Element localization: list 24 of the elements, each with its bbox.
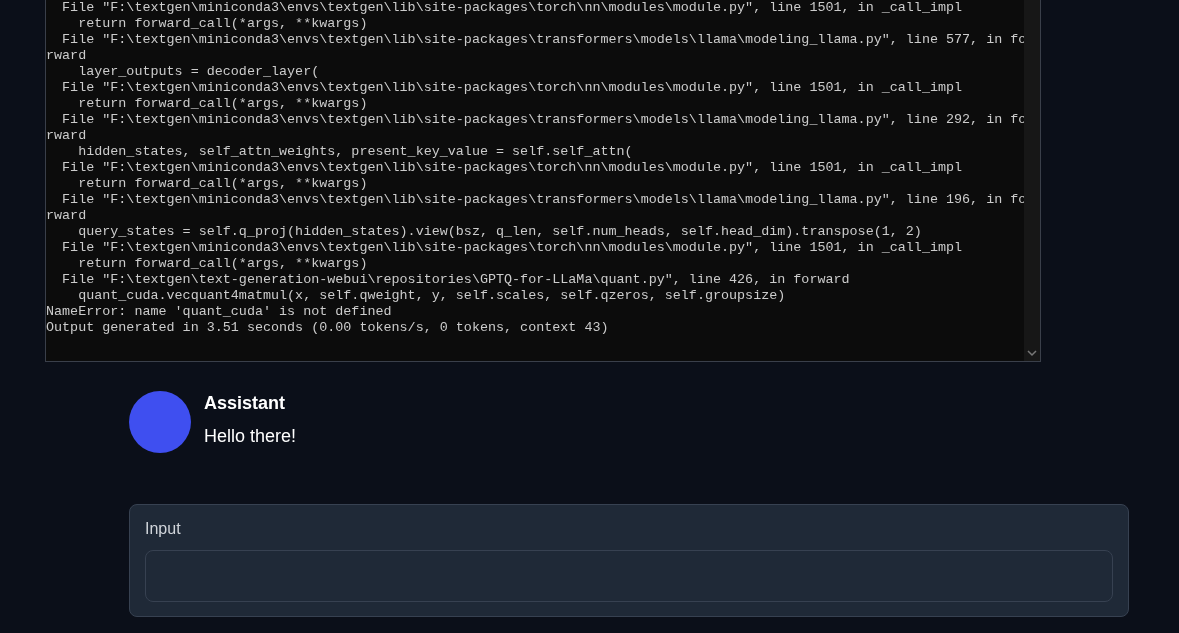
console-line: File "F:\textgen\miniconda3\envs\textgen\lib\site-packages\torch\nn\modules\module.py", line 1501, in _call_impl: [61, 160, 963, 176]
console-line: File "F:\textgen\miniconda3\envs\textgen\lib\site-packages\torch\nn\modules\module.py", line 1501, in _call_impl: [61, 240, 963, 256]
console-line: File "F:\textgen\text-generation-webui\repositories\GPTQ-for-LLaMa\quant.py", line 426, in forward: [61, 272, 850, 288]
console-line: rward: [46, 208, 87, 224]
scrollbar[interactable]: [1024, 0, 1040, 361]
console-line: File "F:\textgen\miniconda3\envs\textgen\lib\site-packages\torch\nn\modules\module.py", line 1501, in _call_impl: [61, 0, 963, 16]
sender-name: Assistant: [204, 393, 287, 414]
console-line: File "F:\textgen\miniconda3\envs\textgen\lib\site-packages\torch\nn\modules\module.py", line 1501, in _call_impl: [61, 80, 963, 96]
message-text: Hello there!: [204, 426, 297, 447]
console-line: rward: [46, 48, 87, 64]
console-line: query_states = self.q_proj(hidden_states).view(bsz, q_len, self.num_heads, self.head_dim).transpose(1, 2): [77, 224, 922, 240]
console-line: NameError: name 'quant_cuda' is not defined: [46, 304, 392, 320]
input-label: Input: [145, 520, 181, 538]
console-line: return forward_call(*args, **kwargs): [77, 16, 368, 32]
console-line: rward: [46, 128, 87, 144]
console-line: return forward_call(*args, **kwargs): [77, 96, 368, 112]
input-field[interactable]: [145, 550, 1113, 602]
console-line: return forward_call(*args, **kwargs): [77, 176, 368, 192]
console-line: quant_cuda.vecquant4matmul(x, self.qweight, y, self.scales, self.qzeros, self.groupsize): [77, 288, 786, 304]
console-line: layer_outputs = decoder_layer(: [77, 64, 320, 80]
console-line: Output generated in 3.51 seconds (0.00 tokens/s, 0 tokens, context 43): [46, 320, 609, 336]
console-line: return forward_call(*args, **kwargs): [77, 256, 368, 272]
console-line: hidden_states, self_attn_weights, present_key_value = self.self_attn(: [77, 144, 633, 160]
chevron-down-icon[interactable]: [1027, 350, 1037, 357]
